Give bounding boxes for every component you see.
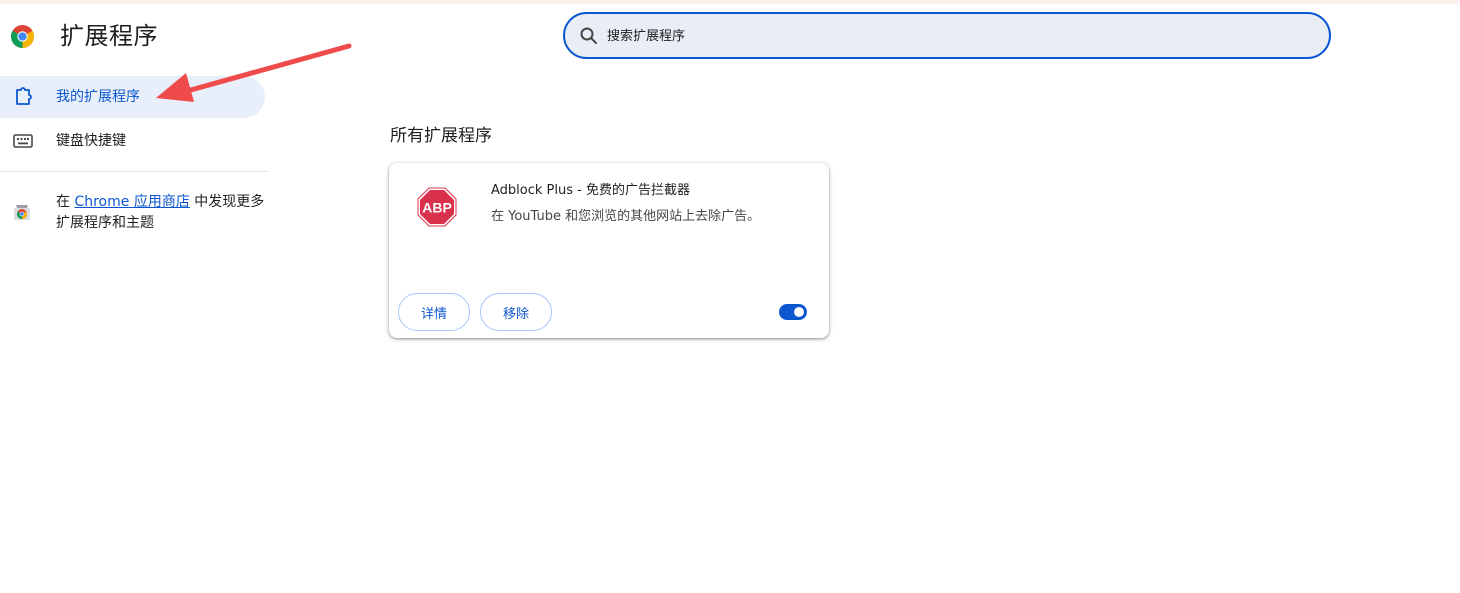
sidebar-item-keyboard-shortcuts[interactable]: 键盘快捷键 bbox=[0, 120, 265, 162]
top-strip bbox=[0, 0, 1460, 4]
search-bar[interactable] bbox=[563, 12, 1331, 59]
section-title: 所有扩展程序 bbox=[390, 126, 492, 146]
keyboard-icon bbox=[13, 134, 33, 148]
puzzle-icon bbox=[16, 87, 32, 105]
chrome-web-store-link[interactable]: Chrome 应用商店 bbox=[74, 194, 189, 210]
extension-description: 在 YouTube 和您浏览的其他网站上去除广告。 bbox=[491, 209, 761, 224]
chrome-logo-icon bbox=[11, 25, 34, 48]
promo-prefix: 在 bbox=[56, 194, 75, 210]
web-store-icon bbox=[14, 205, 30, 220]
store-promo-text: 在 Chrome 应用商店 中发现更多扩展程序和主题 bbox=[56, 192, 266, 234]
sidebar-item-label: 键盘快捷键 bbox=[56, 133, 126, 149]
logo-text: ABP bbox=[422, 200, 452, 216]
search-icon bbox=[580, 27, 597, 44]
page-title: 扩展程序 bbox=[60, 22, 158, 50]
sidebar-item-label: 我的扩展程序 bbox=[56, 89, 140, 105]
details-button[interactable]: 详情 bbox=[398, 293, 470, 331]
sidebar-item-my-extensions[interactable]: 我的扩展程序 bbox=[0, 76, 265, 118]
adblock-plus-logo-icon: ABP bbox=[417, 187, 457, 227]
toggle-knob bbox=[794, 307, 804, 317]
extension-enable-toggle[interactable] bbox=[779, 304, 807, 320]
remove-button[interactable]: 移除 bbox=[480, 293, 552, 331]
search-input[interactable] bbox=[605, 14, 1309, 59]
extension-card: ABP Adblock Plus - 免费的广告拦截器 在 YouTube 和您… bbox=[389, 163, 829, 338]
sidebar-divider bbox=[0, 171, 268, 172]
extension-name: Adblock Plus - 免费的广告拦截器 bbox=[491, 183, 690, 198]
